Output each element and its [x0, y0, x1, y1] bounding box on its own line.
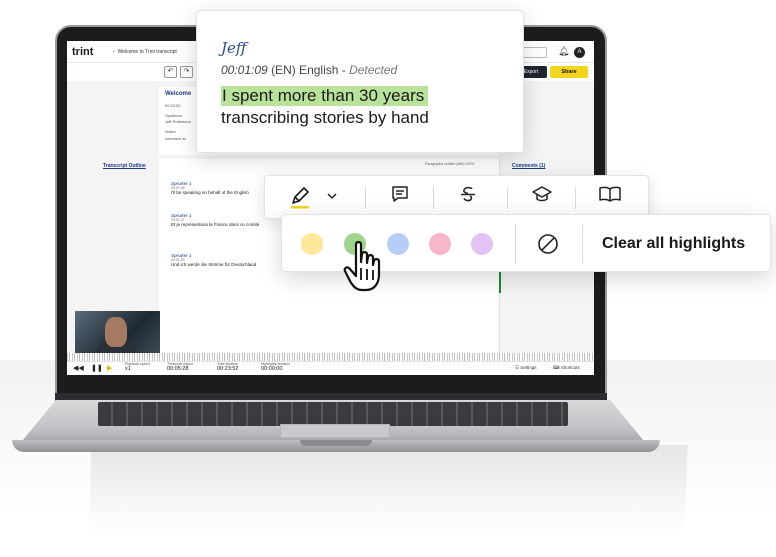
transcript-segment[interactable]: Speaker 1 00:01:59 Und ich werde die Sti… — [171, 253, 256, 267]
share-button[interactable]: Share — [550, 66, 588, 78]
graduation-cap-icon[interactable] — [527, 184, 557, 212]
popup-text[interactable]: transcribing stories by hand — [221, 108, 429, 128]
video-thumbnail[interactable] — [75, 311, 160, 355]
breadcrumb[interactable]: ‹ Welcome to Trint transcript — [113, 49, 177, 55]
segment-text: Et je représentarai la France dans ce co… — [171, 222, 260, 227]
transcript-segment[interactable]: Speaker 1 00:00:46 I'll be speaking on b… — [171, 181, 249, 195]
undo-icon[interactable]: ↶ — [164, 66, 177, 78]
popup-language: (EN) English — [271, 63, 339, 77]
yellow-highlight-swatch[interactable] — [301, 233, 323, 255]
toolbar-divider — [433, 187, 434, 209]
highlights-duration: Highlights duration 00:00:00 — [261, 362, 290, 372]
shortcuts-button[interactable]: ⌨ Shortcuts — [553, 365, 580, 371]
popup-meta: 00:01:09 (EN) English - Detected — [221, 63, 397, 77]
speakers-label: Speakers — [165, 113, 182, 118]
playback-speed-value: x1 — [125, 366, 131, 372]
popup-time[interactable]: 00:01:09 — [221, 63, 268, 77]
strikethrough-icon[interactable] — [453, 184, 483, 212]
laptop-trackpad — [280, 424, 390, 438]
total-duration-value: 00:23:52 — [217, 366, 239, 372]
popup-speaker[interactable]: Jeff — [221, 39, 247, 57]
player-bar: ◀◀ ❚❚ ▶ Playback speed x1 Timecode Adjus… — [67, 361, 594, 375]
bell-icon[interactable]: 🔔︎ — [558, 46, 569, 57]
speaker-name: Jeff Rothmans — [165, 119, 191, 124]
clear-all-highlights-button[interactable]: Clear all highlights — [602, 235, 745, 253]
highlights-duration-value: 00:00:00 — [261, 366, 283, 372]
color-picker-divider — [582, 225, 583, 263]
settings-button[interactable]: ☰ Settings — [515, 365, 537, 371]
document-duration: 00:23:52 — [165, 103, 181, 108]
timecode-value: 00:05:28 — [167, 366, 189, 372]
settings-label: Settings — [520, 365, 537, 370]
laptop-reflection — [88, 445, 688, 535]
laptop-notch — [300, 440, 372, 446]
transcript-popup-card: Jeff 00:01:09 (EN) English - Detected I … — [196, 10, 524, 153]
segment-text: Und ich werde die Stimme für Deutschland — [171, 262, 257, 267]
toolbar-divider — [507, 187, 508, 209]
video-person-face — [105, 317, 127, 347]
popup-detected: Detected — [349, 63, 398, 77]
paragraph-status: Paragraphs verified (###) 100% — [425, 162, 475, 166]
clear-highlights-icon[interactable] — [536, 232, 560, 256]
format-toolbar — [264, 175, 649, 219]
pink-highlight-swatch[interactable] — [429, 233, 451, 255]
pause-icon[interactable]: ❚❚ — [91, 364, 103, 372]
purple-highlight-swatch[interactable] — [471, 233, 493, 255]
total-duration: Total duration 00:23:52 — [217, 362, 238, 372]
notes-label: Notes — [165, 129, 176, 134]
transcript-segment[interactable]: Speaker 1 00:01:27 Et je représentarai l… — [171, 213, 259, 227]
comment-icon[interactable] — [385, 184, 415, 212]
notes-text: Interview wi — [165, 136, 186, 141]
redo-icon[interactable]: ↷ — [180, 66, 193, 78]
laptop-keyboard — [98, 402, 568, 426]
breadcrumb-title: Welcome to Trint transcript — [117, 49, 177, 55]
hand-pointer-icon — [342, 240, 388, 294]
playback-speed[interactable]: Playback speed x1 — [125, 362, 150, 372]
segment-text: I'll be speaking on behalf of the Englis… — [171, 190, 249, 195]
popup-highlighted-text[interactable]: I spent more than 30 years — [221, 86, 429, 106]
playhead-marker — [499, 269, 501, 293]
avatar[interactable]: A — [574, 47, 585, 58]
shortcuts-label: Shortcuts — [560, 365, 580, 370]
app-logo[interactable]: trint — [72, 46, 93, 58]
blue-highlight-swatch[interactable] — [387, 233, 409, 255]
document-title: Welcome — [165, 91, 192, 97]
comments-link[interactable]: Comments (1) — [512, 163, 545, 169]
popup-separator: - — [338, 63, 350, 77]
color-picker-divider — [515, 225, 516, 263]
scene: trint ‹ Welcome to Trint transcript 🔔︎ A… — [0, 0, 776, 557]
audio-waveform[interactable] — [67, 353, 594, 361]
toolbar-divider — [575, 187, 576, 209]
forward-icon[interactable]: ▶ — [107, 364, 112, 372]
rewind-icon[interactable]: ◀◀ — [73, 364, 84, 372]
highlighter-icon[interactable] — [285, 184, 315, 212]
chevron-down-icon[interactable] — [317, 184, 347, 212]
toolbar-divider — [365, 187, 366, 209]
timecode-adjust[interactable]: Timecode Adjust 00:05:28 — [167, 362, 193, 372]
book-icon[interactable] — [595, 184, 625, 212]
transcript-outline-link[interactable]: Transcript Outline — [103, 163, 146, 169]
